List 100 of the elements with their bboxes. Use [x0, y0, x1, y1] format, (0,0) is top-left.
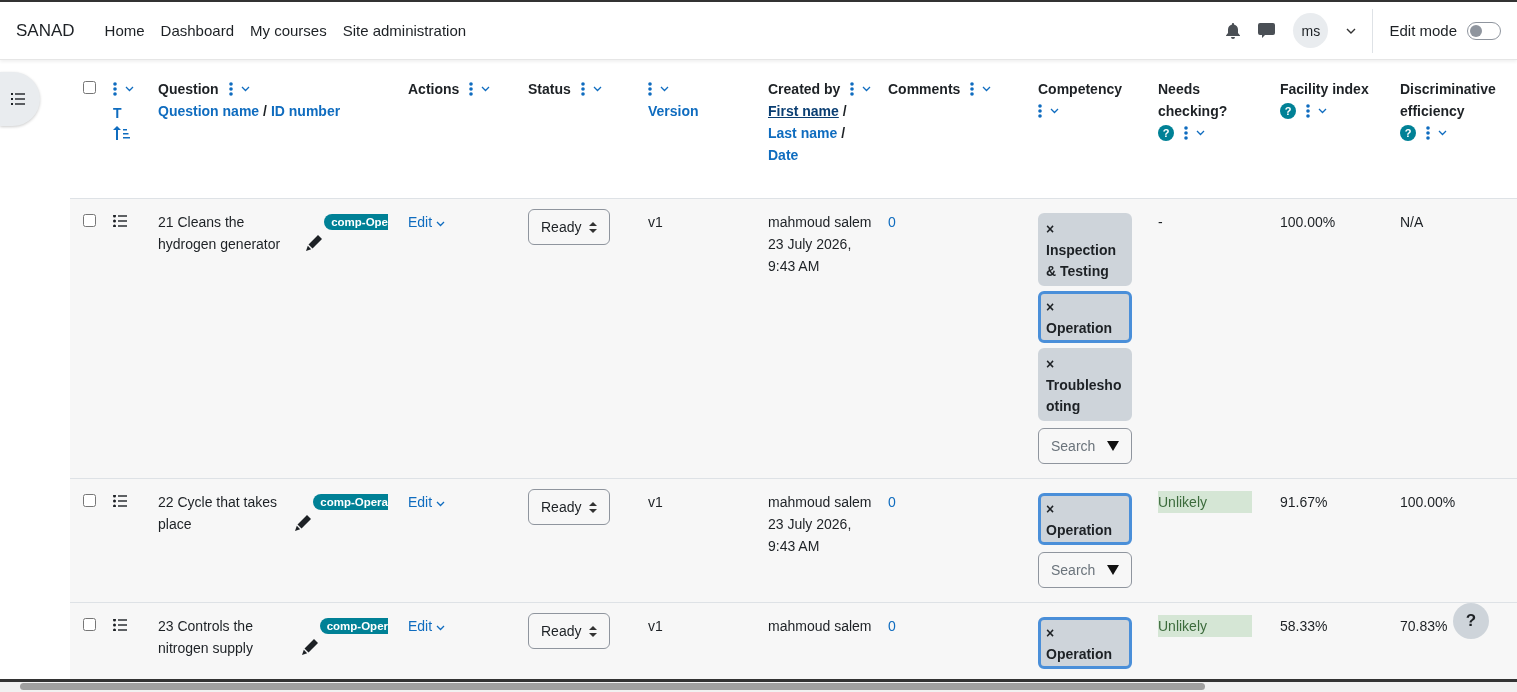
- row-checkbox[interactable]: [83, 494, 96, 507]
- chevron-icon: [982, 86, 992, 92]
- sort-link[interactable]: ID number: [270, 103, 341, 119]
- row-checkbox[interactable]: [83, 214, 96, 227]
- version-text: v1: [648, 214, 663, 230]
- kebab-icon: [228, 82, 233, 96]
- sort-arrows-icon: [589, 625, 598, 637]
- comments-link[interactable]: 0: [888, 618, 896, 634]
- chevron-icon: [862, 86, 872, 92]
- column-heading: Needs checking?: [1158, 80, 1229, 121]
- competency-tag[interactable]: × Troubleshooting: [1038, 348, 1132, 421]
- status-select[interactable]: Ready: [528, 489, 611, 525]
- tag-badge: comp-Opera: [313, 494, 388, 510]
- pencil-icon[interactable]: [301, 639, 318, 655]
- sort-link[interactable]: Date: [768, 147, 799, 163]
- tag-badge: comp-Ope: [324, 214, 388, 230]
- created-date: 23 July 2026, 9:43 AM: [768, 235, 853, 276]
- nav-link[interactable]: Home: [104, 22, 145, 39]
- chevron-icon: [1050, 108, 1059, 114]
- nav-link[interactable]: Site administration: [342, 22, 467, 39]
- version-text: v1: [648, 618, 663, 634]
- kebab-icon: [580, 82, 585, 96]
- list-icon: [113, 215, 127, 227]
- chevron-icon: [240, 86, 250, 92]
- nav-link[interactable]: My courses: [250, 22, 327, 39]
- chevron-icon: [125, 86, 134, 92]
- sort-link[interactable]: T: [113, 105, 122, 121]
- chevron-icon: [660, 86, 669, 92]
- edit-mode-switch[interactable]: [1467, 21, 1501, 40]
- competency-tag[interactable]: × Inspection & Testing: [1038, 213, 1132, 286]
- bell-icon[interactable]: [1226, 22, 1241, 39]
- list-icon: [113, 619, 127, 631]
- needs-checking-value: Unlikely: [1158, 491, 1252, 513]
- edit-menu-link[interactable]: Edit: [408, 214, 445, 230]
- discrimination-value: 100.00%: [1400, 494, 1456, 510]
- help-icon[interactable]: ?: [1280, 103, 1296, 119]
- row-checkbox[interactable]: [83, 618, 96, 631]
- horizontal-scrollbar[interactable]: [0, 679, 1517, 692]
- facility-index-value: 58.33%: [1280, 618, 1328, 634]
- sort-ascending-icon[interactable]: [113, 126, 130, 140]
- comments-link[interactable]: 0: [888, 214, 896, 230]
- chevron-icon: [592, 86, 602, 92]
- comments-link[interactable]: 0: [888, 494, 896, 510]
- competency-tag[interactable]: × Operation: [1038, 617, 1132, 669]
- needs-checking-value: -: [1158, 214, 1163, 230]
- sort-arrows-icon: [589, 221, 598, 233]
- column-heading: Comments: [888, 80, 961, 99]
- nav-link[interactable]: Dashboard: [160, 22, 234, 39]
- competency-tag[interactable]: × Operation: [1038, 493, 1132, 545]
- chevron-icon: [436, 221, 445, 227]
- sort-link[interactable]: First name: [768, 103, 839, 119]
- separator: /: [841, 103, 847, 119]
- status-select[interactable]: Ready: [528, 209, 611, 245]
- edit-menu-link[interactable]: Edit: [408, 494, 445, 510]
- search-dropdown[interactable]: Search: [1038, 428, 1133, 464]
- triangle-down-icon: [1107, 441, 1120, 451]
- tag-badge: comp-Oper: [319, 618, 388, 634]
- help-icon[interactable]: ?: [1400, 125, 1416, 141]
- column-heading: Status: [528, 80, 571, 99]
- discrimination-value: N/A: [1400, 214, 1424, 230]
- help-icon[interactable]: ?: [1158, 125, 1174, 141]
- kebab-icon: [469, 82, 474, 96]
- sort-arrows-icon: [589, 501, 598, 513]
- pencil-icon[interactable]: [306, 235, 323, 251]
- user-avatar[interactable]: ms: [1293, 13, 1329, 48]
- list-icon: [11, 93, 25, 105]
- sort-link[interactable]: Last name: [768, 125, 838, 141]
- select-all-checkbox[interactable]: [83, 81, 96, 94]
- separator: /: [840, 125, 846, 141]
- discrimination-value: 70.83%: [1400, 618, 1448, 634]
- column-heading: Competency: [1038, 80, 1123, 99]
- column-heading: Question: [158, 80, 219, 99]
- competency-tag[interactable]: × Operation: [1038, 291, 1132, 343]
- chevron-icon[interactable]: [1346, 27, 1357, 34]
- kebab-icon: [850, 82, 855, 96]
- column-heading: Actions: [408, 80, 460, 99]
- status-select[interactable]: Ready: [528, 613, 611, 649]
- column-heading: Discriminative efficiency: [1400, 80, 1497, 121]
- site-name[interactable]: SANAD: [16, 20, 75, 41]
- question-name: 23 Controls the nitrogen supply: [158, 617, 254, 658]
- drawer-toggle-button[interactable]: [0, 72, 40, 126]
- search-dropdown[interactable]: Search: [1038, 552, 1133, 588]
- pencil-icon[interactable]: [295, 515, 312, 531]
- kebab-icon: [970, 82, 975, 96]
- sort-link[interactable]: Question name: [158, 103, 260, 119]
- facility-index-value: 91.67%: [1280, 494, 1328, 510]
- question-name: 22 Cycle that takes place: [158, 493, 279, 534]
- sort-link[interactable]: Version: [648, 103, 699, 119]
- version-text: v1: [648, 494, 663, 510]
- kebab-icon: [1306, 104, 1310, 118]
- separator: /: [262, 103, 267, 119]
- question-name: 21 Cleans the hydrogen generator: [158, 213, 282, 254]
- edit-mode-label: Edit mode: [1389, 22, 1457, 39]
- creator-name: mahmoud salem: [768, 493, 872, 512]
- creator-name: mahmoud salem: [768, 213, 872, 232]
- chat-icon[interactable]: [1258, 22, 1276, 39]
- edit-menu-link[interactable]: Edit: [408, 618, 445, 634]
- kebab-icon: [113, 82, 117, 96]
- needs-checking-value: Unlikely: [1158, 615, 1252, 637]
- kebab-icon: [1426, 126, 1430, 140]
